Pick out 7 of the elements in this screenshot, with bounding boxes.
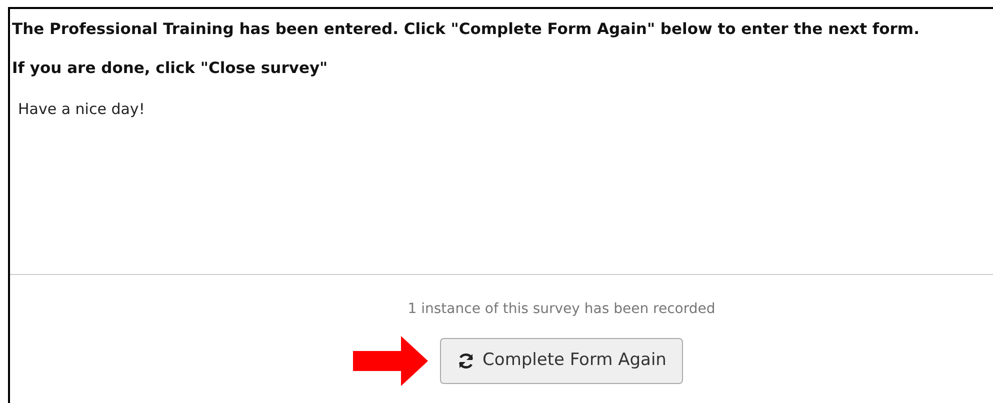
message-text: The Professional Training has been entered. Click "Complete Form Again" below to enter the next form. (12, 19, 920, 40)
message-text: If you are done, click "Close survey" (12, 58, 328, 80)
closing-text: Have a nice day! (18, 98, 145, 120)
record-note: 1 instance of this survey has been recorded (408, 300, 716, 319)
refresh-icon (456, 352, 475, 370)
arrow-icon (352, 336, 428, 386)
complete-form-again-button[interactable]: Complete Form Again (440, 338, 684, 384)
